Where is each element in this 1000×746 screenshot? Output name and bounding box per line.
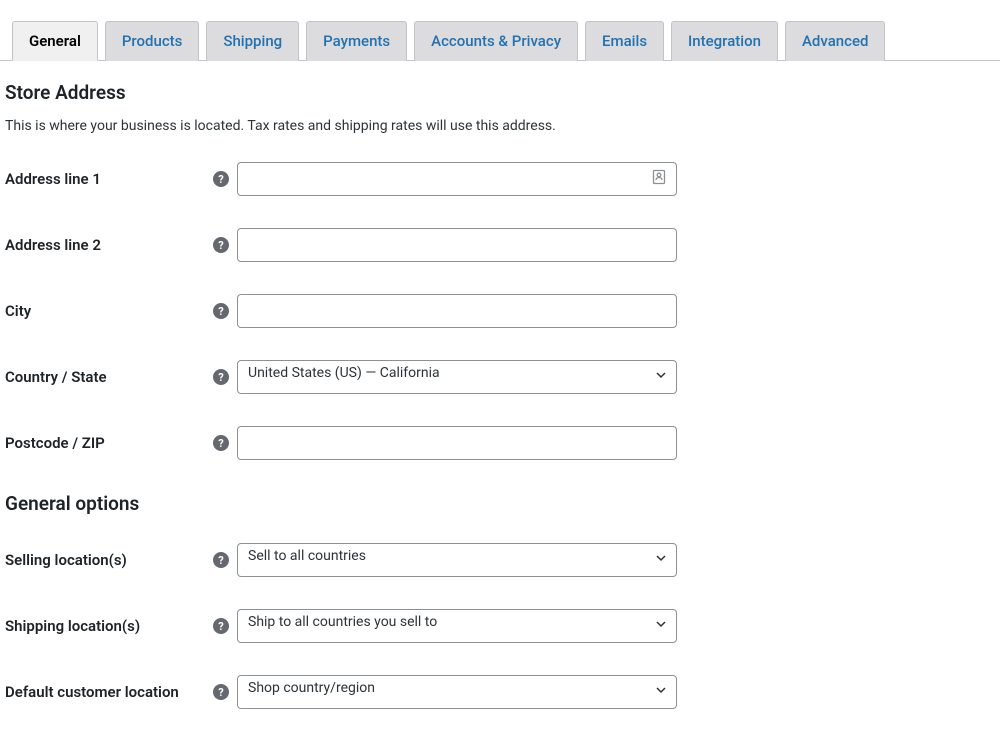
select-shipping-locations[interactable]: Ship to all countries you sell to — [237, 609, 677, 643]
row-selling-locations: Selling location(s) ? Sell to all countr… — [5, 543, 995, 577]
tab-products[interactable]: Products — [105, 21, 200, 61]
input-postcode[interactable] — [237, 426, 677, 460]
label-text-country-state: Country / State — [5, 368, 107, 386]
help-icon[interactable]: ? — [213, 171, 229, 187]
label-text-city: City — [5, 302, 31, 320]
label-text-address-line-1: Address line 1 — [5, 170, 101, 188]
store-address-description: This is where your business is located. … — [5, 118, 995, 134]
select-country-state[interactable]: United States (US) — California — [237, 360, 677, 394]
tab-general[interactable]: General — [12, 21, 98, 61]
tab-integration[interactable]: Integration — [671, 21, 778, 61]
help-icon[interactable]: ? — [213, 618, 229, 634]
settings-content: Store Address This is where your busines… — [0, 61, 1000, 746]
label-default-customer-location: Default customer location ? — [5, 683, 237, 701]
row-postcode: Postcode / ZIP ? — [5, 426, 995, 460]
tab-shipping[interactable]: Shipping — [206, 21, 299, 61]
select-selling-locations[interactable]: Sell to all countries — [237, 543, 677, 577]
row-default-customer-location: Default customer location ? Shop country… — [5, 675, 995, 709]
row-address-line-1: Address line 1 ? — [5, 162, 995, 196]
label-text-default-customer-location: Default customer location — [5, 683, 179, 701]
help-icon[interactable]: ? — [213, 435, 229, 451]
tab-accounts-privacy[interactable]: Accounts & Privacy — [414, 21, 578, 61]
select-wrapper-shipping: Ship to all countries you sell to — [237, 609, 677, 643]
label-text-address-line-2: Address line 2 — [5, 236, 101, 254]
tab-emails[interactable]: Emails — [585, 21, 664, 61]
select-wrapper-country-state: United States (US) — California — [237, 360, 677, 394]
label-text-shipping-locations: Shipping location(s) — [5, 617, 140, 635]
row-country-state: Country / State ? United States (US) — C… — [5, 360, 995, 394]
label-text-selling-locations: Selling location(s) — [5, 551, 127, 569]
select-wrapper-selling: Sell to all countries — [237, 543, 677, 577]
label-city: City ? — [5, 302, 237, 320]
general-options-title: General options — [5, 492, 995, 515]
row-address-line-2: Address line 2 ? — [5, 228, 995, 262]
input-address-line-1[interactable] — [237, 162, 677, 196]
input-wrapper-address1 — [237, 162, 677, 196]
label-address-line-2: Address line 2 ? — [5, 236, 237, 254]
store-address-title: Store Address — [5, 81, 995, 104]
input-city[interactable] — [237, 294, 677, 328]
row-shipping-locations: Shipping location(s) ? Ship to all count… — [5, 609, 995, 643]
row-city: City ? — [5, 294, 995, 328]
help-icon[interactable]: ? — [213, 303, 229, 319]
tab-payments[interactable]: Payments — [306, 21, 407, 61]
help-icon[interactable]: ? — [213, 684, 229, 700]
settings-tabs: General Products Shipping Payments Accou… — [0, 0, 1000, 61]
label-shipping-locations: Shipping location(s) ? — [5, 617, 237, 635]
label-selling-locations: Selling location(s) ? — [5, 551, 237, 569]
label-postcode: Postcode / ZIP ? — [5, 434, 237, 452]
label-country-state: Country / State ? — [5, 368, 237, 386]
select-default-customer-location[interactable]: Shop country/region — [237, 675, 677, 709]
help-icon[interactable]: ? — [213, 237, 229, 253]
help-icon[interactable]: ? — [213, 552, 229, 568]
help-icon[interactable]: ? — [213, 369, 229, 385]
input-address-line-2[interactable] — [237, 228, 677, 262]
tab-advanced[interactable]: Advanced — [785, 21, 885, 61]
label-address-line-1: Address line 1 ? — [5, 170, 237, 188]
select-wrapper-default-location: Shop country/region — [237, 675, 677, 709]
label-text-postcode: Postcode / ZIP — [5, 434, 105, 452]
